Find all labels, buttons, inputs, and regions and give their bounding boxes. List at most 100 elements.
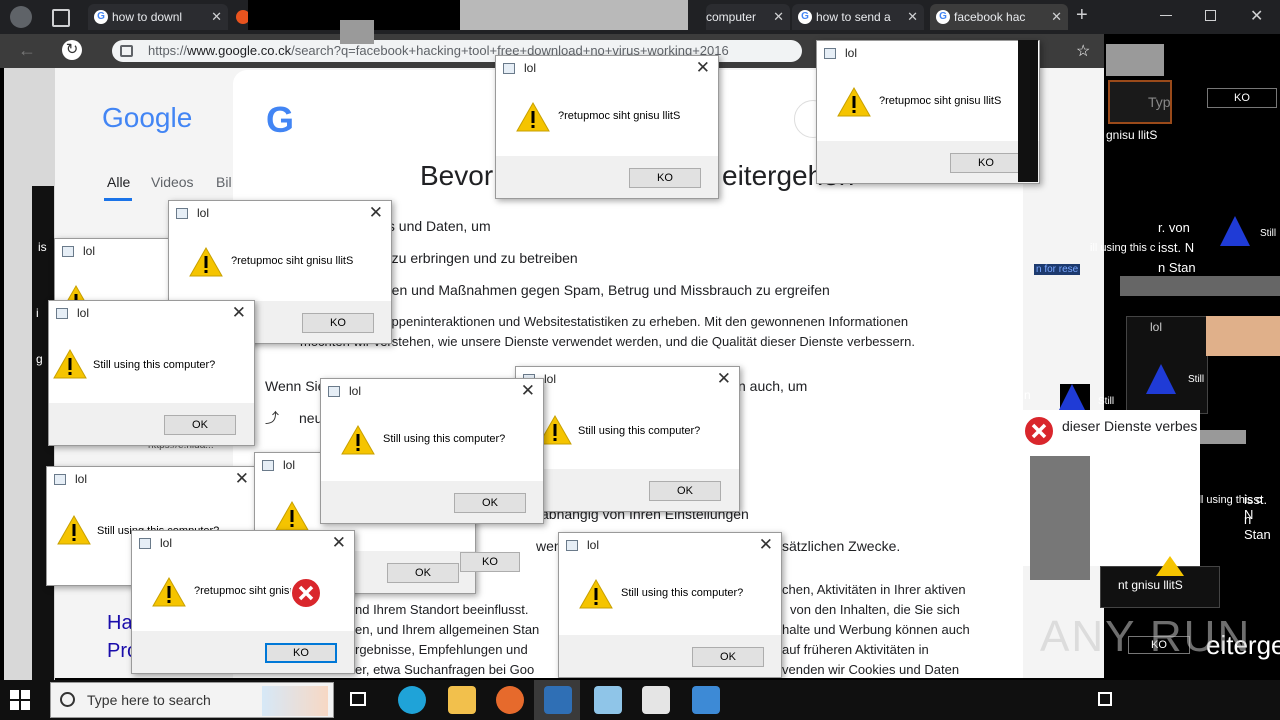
glitch-block xyxy=(1030,456,1090,580)
notes-icon[interactable] xyxy=(594,686,622,714)
error-icon xyxy=(290,577,322,609)
dialog-message: Still using this computer? xyxy=(93,359,216,371)
ok-button[interactable]: OK xyxy=(692,647,764,667)
ok-button-fragment[interactable]: KO xyxy=(460,552,520,572)
close-tab-icon[interactable]: ✕ xyxy=(907,4,918,30)
ok-button[interactable]: KO xyxy=(629,168,701,188)
close-tab-icon[interactable]: ✕ xyxy=(773,4,784,30)
tab-facebook-hacking[interactable]: G facebook hac ✕ xyxy=(930,4,1068,30)
window-app-icon[interactable] xyxy=(544,686,572,714)
tab-videos[interactable]: Videos xyxy=(151,174,194,190)
edge-icon[interactable] xyxy=(398,686,426,714)
glitch-block xyxy=(1206,316,1280,356)
close-tab-icon[interactable]: ✕ xyxy=(211,4,222,30)
close-tab-icon[interactable]: ✕ xyxy=(1051,4,1062,30)
dialog-titlebar[interactable]: lol✕ xyxy=(321,379,543,405)
new-tab-icon[interactable]: + xyxy=(1076,4,1088,27)
close-icon[interactable]: ✕ xyxy=(717,369,731,389)
tab-how-to-send[interactable]: G how to send a ✕ xyxy=(792,4,924,30)
dialog-titlebar[interactable]: lol✕ xyxy=(49,301,254,327)
warning-icon xyxy=(189,247,223,277)
ok-button[interactable]: KO xyxy=(302,313,374,333)
google-logo[interactable]: Google xyxy=(102,102,192,134)
dialog-titlebar[interactable]: lol✕ xyxy=(47,467,257,493)
fragment-text: r. von xyxy=(1158,220,1190,235)
fragment-text: g xyxy=(36,352,43,366)
consent-line: Wenn Sie xyxy=(265,378,326,394)
dialog-titlebar[interactable]: lol✕ xyxy=(817,41,1039,67)
ok-button[interactable]: OK xyxy=(387,563,459,583)
app-icon xyxy=(503,63,515,74)
still-using-dialog[interactable]: lol ✕ Still using this computer? OK xyxy=(48,300,255,446)
dialog-message: Still using this computer? xyxy=(383,433,506,445)
consent-line: er, etwa Suchanfragen bei Goo xyxy=(355,662,535,677)
ok-button[interactable]: KO xyxy=(265,643,337,663)
document-icon[interactable] xyxy=(642,686,670,714)
warning-icon xyxy=(341,425,375,455)
start-icon[interactable] xyxy=(10,690,30,710)
reload-icon[interactable]: ↻ xyxy=(62,40,82,60)
tray-icon[interactable] xyxy=(1098,692,1112,706)
ok-button[interactable]: OK xyxy=(454,493,526,513)
firefox-icon[interactable] xyxy=(496,686,524,714)
consent-line: auf früheren Aktivitäten in xyxy=(782,642,929,657)
still-using-dialog[interactable]: lol ✕ Still using this computer? OK xyxy=(558,532,782,678)
fragment-title: lol xyxy=(1150,320,1163,334)
still-using-dialog[interactable]: lol ✕ Still using this computer? OK xyxy=(515,366,740,512)
dialog-titlebar[interactable]: lol✕ xyxy=(516,367,739,393)
minimize-icon[interactable] xyxy=(1160,15,1172,16)
close-icon[interactable]: ✕ xyxy=(232,303,246,323)
consent-line: halte und Werbung können auch xyxy=(782,622,970,637)
warning-icon xyxy=(837,87,871,117)
close-icon[interactable]: ✕ xyxy=(759,535,773,555)
close-icon[interactable]: ✕ xyxy=(696,58,710,78)
reversed-dialog[interactable]: lol✕ ?retupmoc siht gnisu llitS KO xyxy=(816,40,1040,184)
glitch-block xyxy=(1106,44,1164,76)
file-explorer-icon[interactable] xyxy=(448,686,476,714)
result-title-1[interactable]: Ha xyxy=(107,612,133,635)
app-icon xyxy=(54,474,66,485)
close-window-icon[interactable]: ✕ xyxy=(1250,6,1263,26)
ok-button[interactable]: OK xyxy=(164,415,236,435)
reversed-dialog[interactable]: lol✕ ?retupmoc siht gnisu llitS KO xyxy=(495,55,719,199)
fragment-text: nt gnisu llitS xyxy=(1118,578,1183,592)
consent-line: chen, Aktivitäten in Ihrer aktiven xyxy=(782,582,966,597)
close-icon[interactable]: ✕ xyxy=(521,381,535,401)
close-icon[interactable]: ✕ xyxy=(332,533,346,553)
tab-all-underline xyxy=(104,198,132,201)
tab-computer[interactable]: computer ✕ xyxy=(706,4,790,30)
close-icon[interactable]: ✕ xyxy=(369,203,383,223)
warning-icon xyxy=(275,501,309,531)
consent-line: en, und Ihrem allgemeinen Stan xyxy=(355,622,540,637)
close-icon[interactable]: ✕ xyxy=(235,469,249,489)
warning-icon xyxy=(1156,556,1184,576)
dialog-titlebar[interactable]: lol✕ xyxy=(559,533,781,559)
dialog-footer: OK xyxy=(516,469,739,511)
fragment-text: ill using this c xyxy=(1090,242,1156,254)
back-icon[interactable]: ← xyxy=(18,40,36,61)
dialog-message: Still using this computer? xyxy=(578,425,701,437)
consent-title-left: Bevor xyxy=(420,160,494,191)
tab-how-to-download[interactable]: G how to downl ✕ xyxy=(88,4,228,30)
favorites-icon[interactable]: ☆ xyxy=(1076,41,1090,61)
profile-icon[interactable] xyxy=(10,6,32,28)
dialog-titlebar[interactable]: lol✕ xyxy=(169,201,391,227)
dialog-message: Still using this computer? xyxy=(621,587,744,599)
network-app-icon[interactable] xyxy=(692,686,720,714)
consent-line: e zu erbringen und zu betreiben xyxy=(380,250,578,266)
dialog-titlebar[interactable]: lol✕ xyxy=(132,531,354,557)
glitch-block xyxy=(340,20,374,44)
tab-images[interactable]: Bil xyxy=(216,174,232,190)
tab-actions-icon[interactable] xyxy=(52,9,70,27)
still-using-dialog[interactable]: lol ✕ Still using this computer? OK xyxy=(320,378,544,524)
ok-button[interactable]: OK xyxy=(649,481,721,501)
fragment-ok: KO xyxy=(1207,88,1277,108)
google-favicon-icon: G xyxy=(798,10,812,24)
tab-all[interactable]: Alle xyxy=(107,174,130,190)
ok-button[interactable]: KO xyxy=(950,153,1022,173)
restore-icon[interactable] xyxy=(1205,10,1216,21)
glitch-block xyxy=(1200,430,1246,444)
task-view-icon[interactable] xyxy=(350,692,366,706)
glitch-block xyxy=(1018,40,1038,182)
dialog-titlebar[interactable]: lol✕ xyxy=(496,56,718,82)
